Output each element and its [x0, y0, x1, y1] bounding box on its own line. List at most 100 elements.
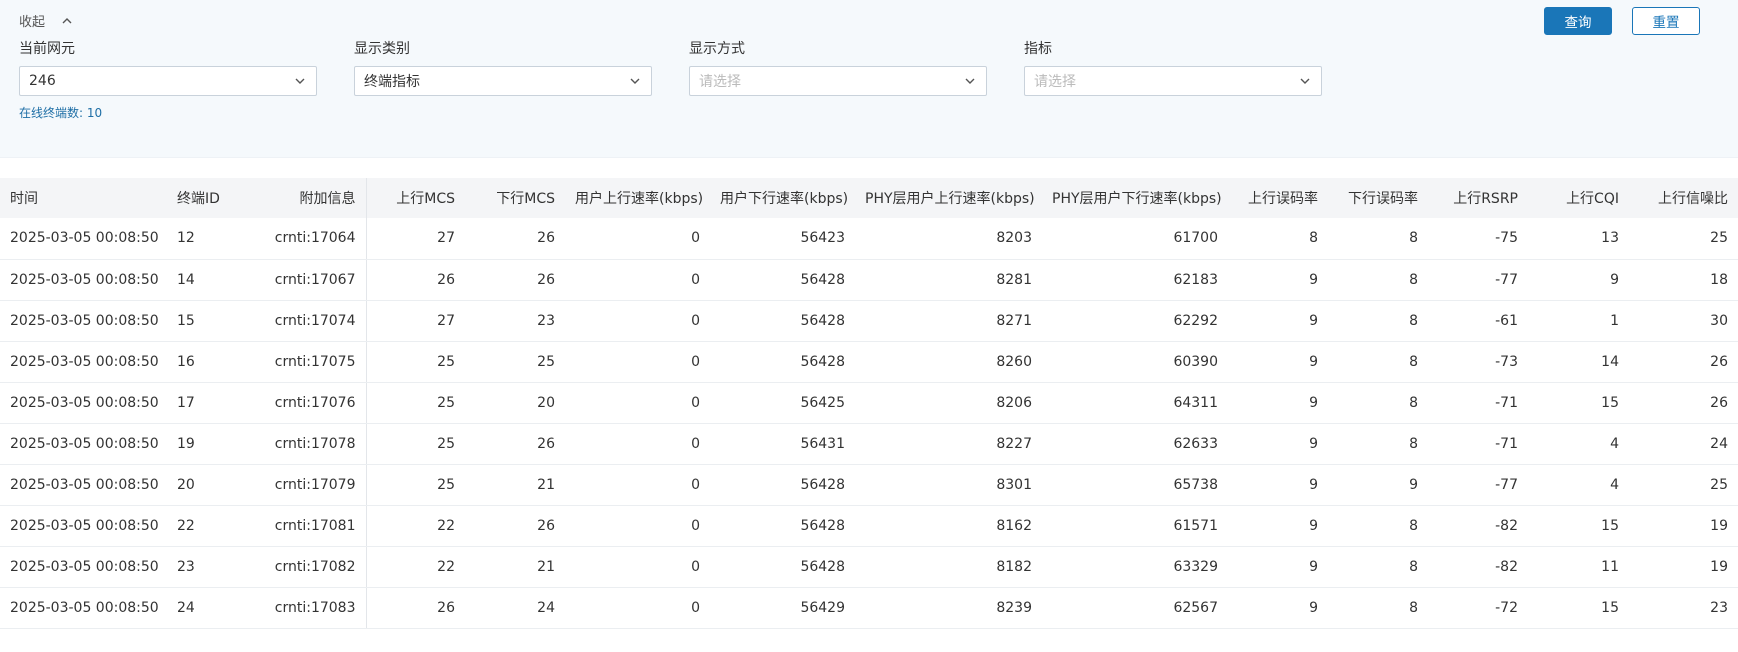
table-cell: 0 [565, 505, 710, 547]
table-cell: 15 [1528, 587, 1629, 629]
table-row[interactable]: 2025-03-05 00:08:50 19 crnti:17078 25 26 0 564… [0, 423, 1738, 465]
metric-select[interactable]: 请选择 [1024, 66, 1322, 96]
table-cell: -77 [1428, 259, 1528, 301]
table-cell: 26 [1629, 382, 1738, 424]
table-cell: 4 [1528, 464, 1629, 506]
table-cell: 0 [565, 218, 710, 260]
table-row[interactable]: 2025-03-05 00:08:50 23 crnti:17082 22 21 0 564… [0, 546, 1738, 588]
table-row[interactable]: 2025-03-05 00:08:50 20 crnti:17079 25 21 0 564… [0, 464, 1738, 506]
table-cell: 8 [1328, 546, 1428, 588]
column-header[interactable]: 上行MCS [366, 178, 465, 218]
table-cell: 0 [565, 382, 710, 424]
table-row[interactable]: 2025-03-05 00:08:50 12 crnti:17064 27 26 0 564… [0, 218, 1738, 260]
column-header[interactable]: PHY层用户上行速率(kbps) [855, 178, 1042, 218]
table-cell: 8 [1328, 341, 1428, 383]
chevron-down-icon [630, 78, 640, 84]
table-cell: 23 [465, 300, 565, 342]
table-cell: 8 [1328, 218, 1428, 260]
network-element-label: 当前网元 [19, 41, 75, 57]
column-header[interactable]: 时间 [0, 178, 167, 218]
column-header[interactable]: 附加信息 [244, 178, 367, 218]
metric-label: 指标 [1024, 41, 1052, 57]
table-row[interactable]: 2025-03-05 00:08:50 17 crnti:17076 25 20 0 564… [0, 382, 1738, 424]
table-cell: 30 [1629, 300, 1738, 342]
table-row[interactable]: 2025-03-05 00:08:50 24 crnti:17083 26 24 0 564… [0, 587, 1738, 629]
column-header[interactable]: 下行误码率 [1328, 178, 1428, 218]
table-cell: 22 [167, 505, 244, 547]
table-cell: 27 [366, 218, 465, 260]
table-cell: 63329 [1042, 546, 1228, 588]
column-header[interactable]: PHY层用户下行速率(kbps) [1042, 178, 1228, 218]
chevron-down-icon [295, 78, 305, 84]
table-cell: 8203 [855, 218, 1042, 260]
filter-panel: 收起 当前网元 246 显示类别 终端指标 显示方式 请选择 指标 请选择 在线… [0, 0, 1738, 158]
table-cell: 9 [1228, 546, 1328, 588]
query-button[interactable]: 查询 [1544, 7, 1612, 35]
reset-button[interactable]: 重置 [1632, 7, 1700, 35]
display-category-select[interactable]: 终端指标 [354, 66, 652, 96]
table-cell: 8182 [855, 546, 1042, 588]
column-header[interactable]: 上行误码率 [1228, 178, 1328, 218]
table-cell: 2025-03-05 00:08:50 [0, 546, 167, 588]
table-cell: 25 [366, 341, 465, 383]
table-cell: 2025-03-05 00:08:50 [0, 464, 167, 506]
table-cell: 22 [366, 505, 465, 547]
table-cell: crnti:17067 [244, 259, 367, 301]
column-header[interactable]: 上行CQI [1528, 178, 1629, 218]
column-header[interactable]: 用户上行速率(kbps) [565, 178, 710, 218]
network-element-value: 246 [29, 73, 56, 89]
table-cell: 0 [565, 341, 710, 383]
table-cell: 27 [366, 300, 465, 342]
column-header[interactable]: 上行信噪比 [1629, 178, 1738, 218]
table-cell: 26 [366, 587, 465, 629]
terminal-metrics-table: 时间 终端ID 附加信息 上行MCS 下行MCS 用户上行速率(kbps) 用户… [0, 178, 1738, 629]
table-cell: 0 [565, 259, 710, 301]
table-row[interactable]: 2025-03-05 00:08:50 16 crnti:17075 25 25 0 564… [0, 341, 1738, 383]
collapse-label: 收起 [19, 15, 46, 30]
table-cell: 2025-03-05 00:08:50 [0, 382, 167, 424]
table-cell: 19 [167, 423, 244, 465]
table-cell: 26 [465, 259, 565, 301]
collapse-toggle[interactable]: 收起 [19, 11, 73, 30]
table-row[interactable]: 2025-03-05 00:08:50 15 crnti:17074 27 23 0 564… [0, 300, 1738, 342]
column-header[interactable]: 用户下行速率(kbps) [710, 178, 855, 218]
network-element-select[interactable]: 246 [19, 66, 317, 96]
display-mode-placeholder: 请选择 [699, 74, 741, 90]
display-category-label: 显示类别 [354, 41, 410, 57]
table-cell: crnti:17082 [244, 546, 367, 588]
column-header[interactable]: 下行MCS [465, 178, 565, 218]
column-header[interactable]: 终端ID [167, 178, 244, 218]
table-cell: crnti:17081 [244, 505, 367, 547]
table-row[interactable]: 2025-03-05 00:08:50 14 crnti:17067 26 26 0 564… [0, 259, 1738, 301]
table-cell: 62633 [1042, 423, 1228, 465]
table-cell: 8 [1328, 382, 1428, 424]
table-cell: 9 [1228, 259, 1328, 301]
table-cell: 19 [1629, 546, 1738, 588]
table-cell: 0 [565, 546, 710, 588]
table-cell: 22 [366, 546, 465, 588]
chevron-down-icon [965, 78, 975, 84]
table-cell: 21 [465, 464, 565, 506]
table-cell: 56428 [710, 546, 855, 588]
table-cell: 9 [1228, 300, 1328, 342]
table-cell: 8260 [855, 341, 1042, 383]
table-cell: 14 [167, 259, 244, 301]
table-row[interactable]: 2025-03-05 00:08:50 22 crnti:17081 22 26 0 564… [0, 505, 1738, 547]
table-header-row: 时间 终端ID 附加信息 上行MCS 下行MCS 用户上行速率(kbps) 用户… [0, 178, 1738, 218]
table-cell: -82 [1428, 546, 1528, 588]
table-cell: 9 [1528, 259, 1629, 301]
table-cell: 60390 [1042, 341, 1228, 383]
table-cell: 9 [1228, 505, 1328, 547]
table-cell: 2025-03-05 00:08:50 [0, 587, 167, 629]
metric-placeholder: 请选择 [1034, 74, 1076, 90]
table-cell: 25 [1629, 218, 1738, 260]
table-cell: -75 [1428, 218, 1528, 260]
column-header[interactable]: 上行RSRP [1428, 178, 1528, 218]
display-mode-select[interactable]: 请选择 [689, 66, 987, 96]
table-cell: 8 [1328, 587, 1428, 629]
table-cell: 23 [167, 546, 244, 588]
table-cell: 11 [1528, 546, 1629, 588]
table-cell: 26 [465, 218, 565, 260]
table-cell: 26 [1629, 341, 1738, 383]
table-cell: crnti:17079 [244, 464, 367, 506]
